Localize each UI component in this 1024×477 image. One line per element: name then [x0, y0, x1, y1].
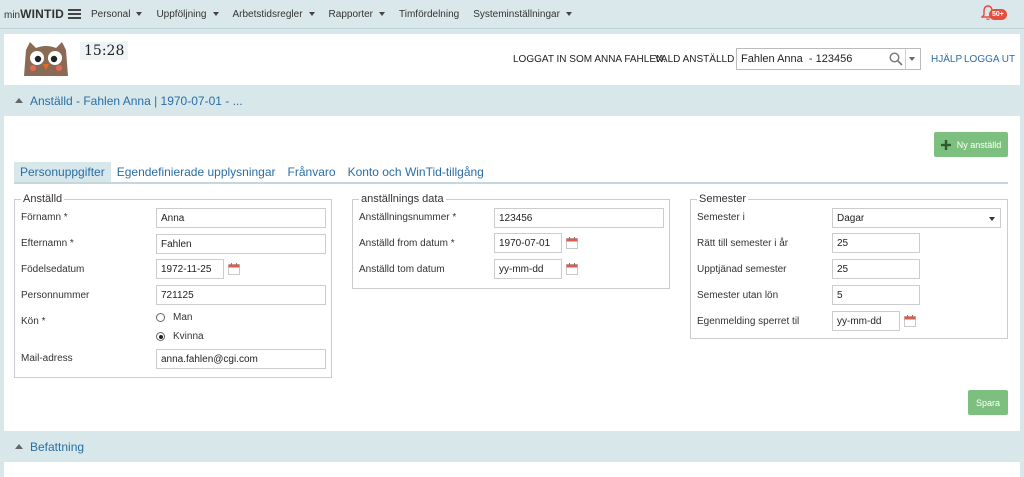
vacation-entitled-label: Rätt till semester i år [697, 238, 789, 249]
birthdate-label: Födelsedatum [21, 264, 85, 275]
last-name-input[interactable] [156, 234, 326, 254]
employment-legend: anställnings data [361, 193, 444, 205]
collapse-triangle-icon [15, 98, 23, 103]
menu-systeminstallningar[interactable]: Systeminställningar [473, 9, 572, 20]
self-report-input[interactable] [832, 311, 900, 331]
tab-personuppgifter[interactable]: Personuppgifter [14, 162, 111, 182]
calendar-icon[interactable] [228, 263, 240, 275]
employee-legend: Anställd [23, 193, 63, 205]
chevron-down-icon [989, 217, 995, 221]
new-employee-button[interactable]: Ny anställd [934, 132, 1008, 157]
last-name-label: Efternamn * [21, 238, 74, 249]
gender-female-radio[interactable] [156, 332, 165, 341]
calendar-icon[interactable] [904, 315, 916, 327]
page-header: 15:28 LOGGAT IN SOM ANNA FAHLEN. VALD AN… [4, 34, 1020, 86]
email-input[interactable] [156, 349, 326, 369]
tab-franvaro[interactable]: Frånvaro [282, 162, 342, 182]
logged-in-text: LOGGAT IN SOM ANNA FAHLEN. [513, 54, 667, 65]
vacation-unit-select[interactable]: Dagar [832, 208, 1001, 228]
notification-count-badge: 50+ [989, 9, 1007, 20]
menu-timfordelning[interactable]: Timfördelning [399, 9, 459, 20]
clock-display: 15:28 [80, 42, 129, 60]
main-menu: Personal Uppföljning Arbetstidsregler Ra… [91, 9, 586, 20]
save-button[interactable]: Spara [968, 390, 1008, 415]
top-navigation: min WINTID Personal Uppföljning Arbetstid… [0, 0, 1024, 29]
employee-search-input[interactable] [737, 49, 887, 69]
employment-to-label: Anställd tom datum [359, 264, 445, 275]
search-dropdown-toggle[interactable] [905, 49, 919, 69]
brand-name: WINTID [20, 7, 64, 21]
chevron-down-icon [909, 57, 915, 61]
gender-male-radio[interactable] [156, 313, 165, 322]
calendar-icon[interactable] [566, 237, 578, 249]
vacation-earned-input[interactable] [832, 259, 920, 279]
gender-female-label: Kvinna [173, 331, 204, 342]
first-name-input[interactable] [156, 208, 326, 228]
email-label: Mail-adress [21, 353, 73, 364]
gender-label: Kön * [21, 316, 46, 327]
chevron-down-icon [308, 12, 315, 16]
brand-logo[interactable]: min WINTID [4, 7, 64, 21]
search-icon[interactable] [887, 49, 905, 69]
employee-section-bar[interactable]: Anställd - Fahlen Anna | 1970-07-01 - ..… [4, 85, 1020, 116]
vacation-unpaid-label: Semester utan lön [697, 290, 779, 301]
menu-label: Rapporter [328, 8, 373, 20]
position-section-bar[interactable]: Befattning [4, 431, 1020, 462]
selected-employee-label: VALD ANSTÄLLD [655, 54, 735, 65]
self-report-label: Egenmelding sperret til [697, 316, 800, 327]
logout-link[interactable]: LOGGA UT [964, 54, 1015, 65]
menu-label: Uppföljning [156, 8, 207, 20]
menu-label: Timfördelning [399, 8, 460, 20]
menu-personal[interactable]: Personal [90, 8, 143, 20]
hamburger-menu-icon[interactable] [67, 9, 81, 19]
new-employee-label: Ny anställd [956, 139, 1002, 150]
tab-egendefinierade-upplysningar[interactable]: Egendefinierade upplysningar [111, 162, 282, 182]
main-page: 15:28 LOGGAT IN SOM ANNA FAHLEN. VALD AN… [4, 34, 1020, 477]
tab-bar: Personuppgifter Egendefinierade upplysni… [14, 162, 1008, 184]
menu-label: Personal [90, 8, 131, 20]
menu-arbetstidsregler[interactable]: Arbetstidsregler [233, 9, 315, 20]
tab-konto-och-wintid[interactable]: Konto och WinTid-tillgång [342, 162, 490, 182]
vacation-entitled-input[interactable] [832, 233, 920, 253]
menu-label: Systeminställningar [473, 8, 560, 20]
chevron-down-icon [379, 12, 385, 16]
employment-from-input[interactable] [494, 233, 562, 253]
vacation-earned-label: Upptjänad semester [697, 264, 787, 275]
vacation-unit-label: Semester i [697, 212, 745, 223]
vacation-unpaid-input[interactable] [832, 285, 920, 305]
help-link[interactable]: HJÄLP [931, 54, 962, 65]
birthdate-input[interactable] [156, 259, 224, 279]
employee-section-title: Anställd - Fahlen Anna | 1970-07-01 - ..… [30, 93, 243, 108]
chevron-down-icon [136, 12, 143, 16]
menu-label: Arbetstidsregler [232, 8, 303, 20]
brand-prefix: min [4, 10, 21, 21]
notifications-bell[interactable]: 50+ [981, 5, 1011, 23]
plus-icon [940, 139, 951, 150]
personal-number-label: Personnummer [21, 290, 90, 301]
employment-from-label: Anställd from datum * [359, 238, 455, 249]
menu-rapporter[interactable]: Rapporter [329, 9, 385, 20]
owl-logo-icon [24, 42, 68, 76]
collapse-triangle-icon [15, 444, 23, 449]
save-label: Spara [975, 397, 1001, 408]
employment-number-label: Anställningsnummer * [359, 212, 457, 223]
vacation-unit-value: Dagar [837, 212, 865, 224]
chevron-down-icon [212, 12, 219, 16]
chevron-down-icon [565, 12, 572, 16]
menu-uppfoljning[interactable]: Uppföljning [156, 8, 219, 20]
employment-to-input[interactable] [494, 259, 562, 279]
vacation-legend: Semester [699, 193, 747, 205]
employment-number-input[interactable] [494, 208, 664, 228]
personal-number-input[interactable] [156, 285, 326, 305]
position-section-title: Befattning [30, 439, 85, 454]
gender-male-label: Man [173, 312, 193, 323]
calendar-icon[interactable] [566, 263, 578, 275]
first-name-label: Förnamn * [21, 212, 68, 223]
employee-search [736, 48, 921, 70]
